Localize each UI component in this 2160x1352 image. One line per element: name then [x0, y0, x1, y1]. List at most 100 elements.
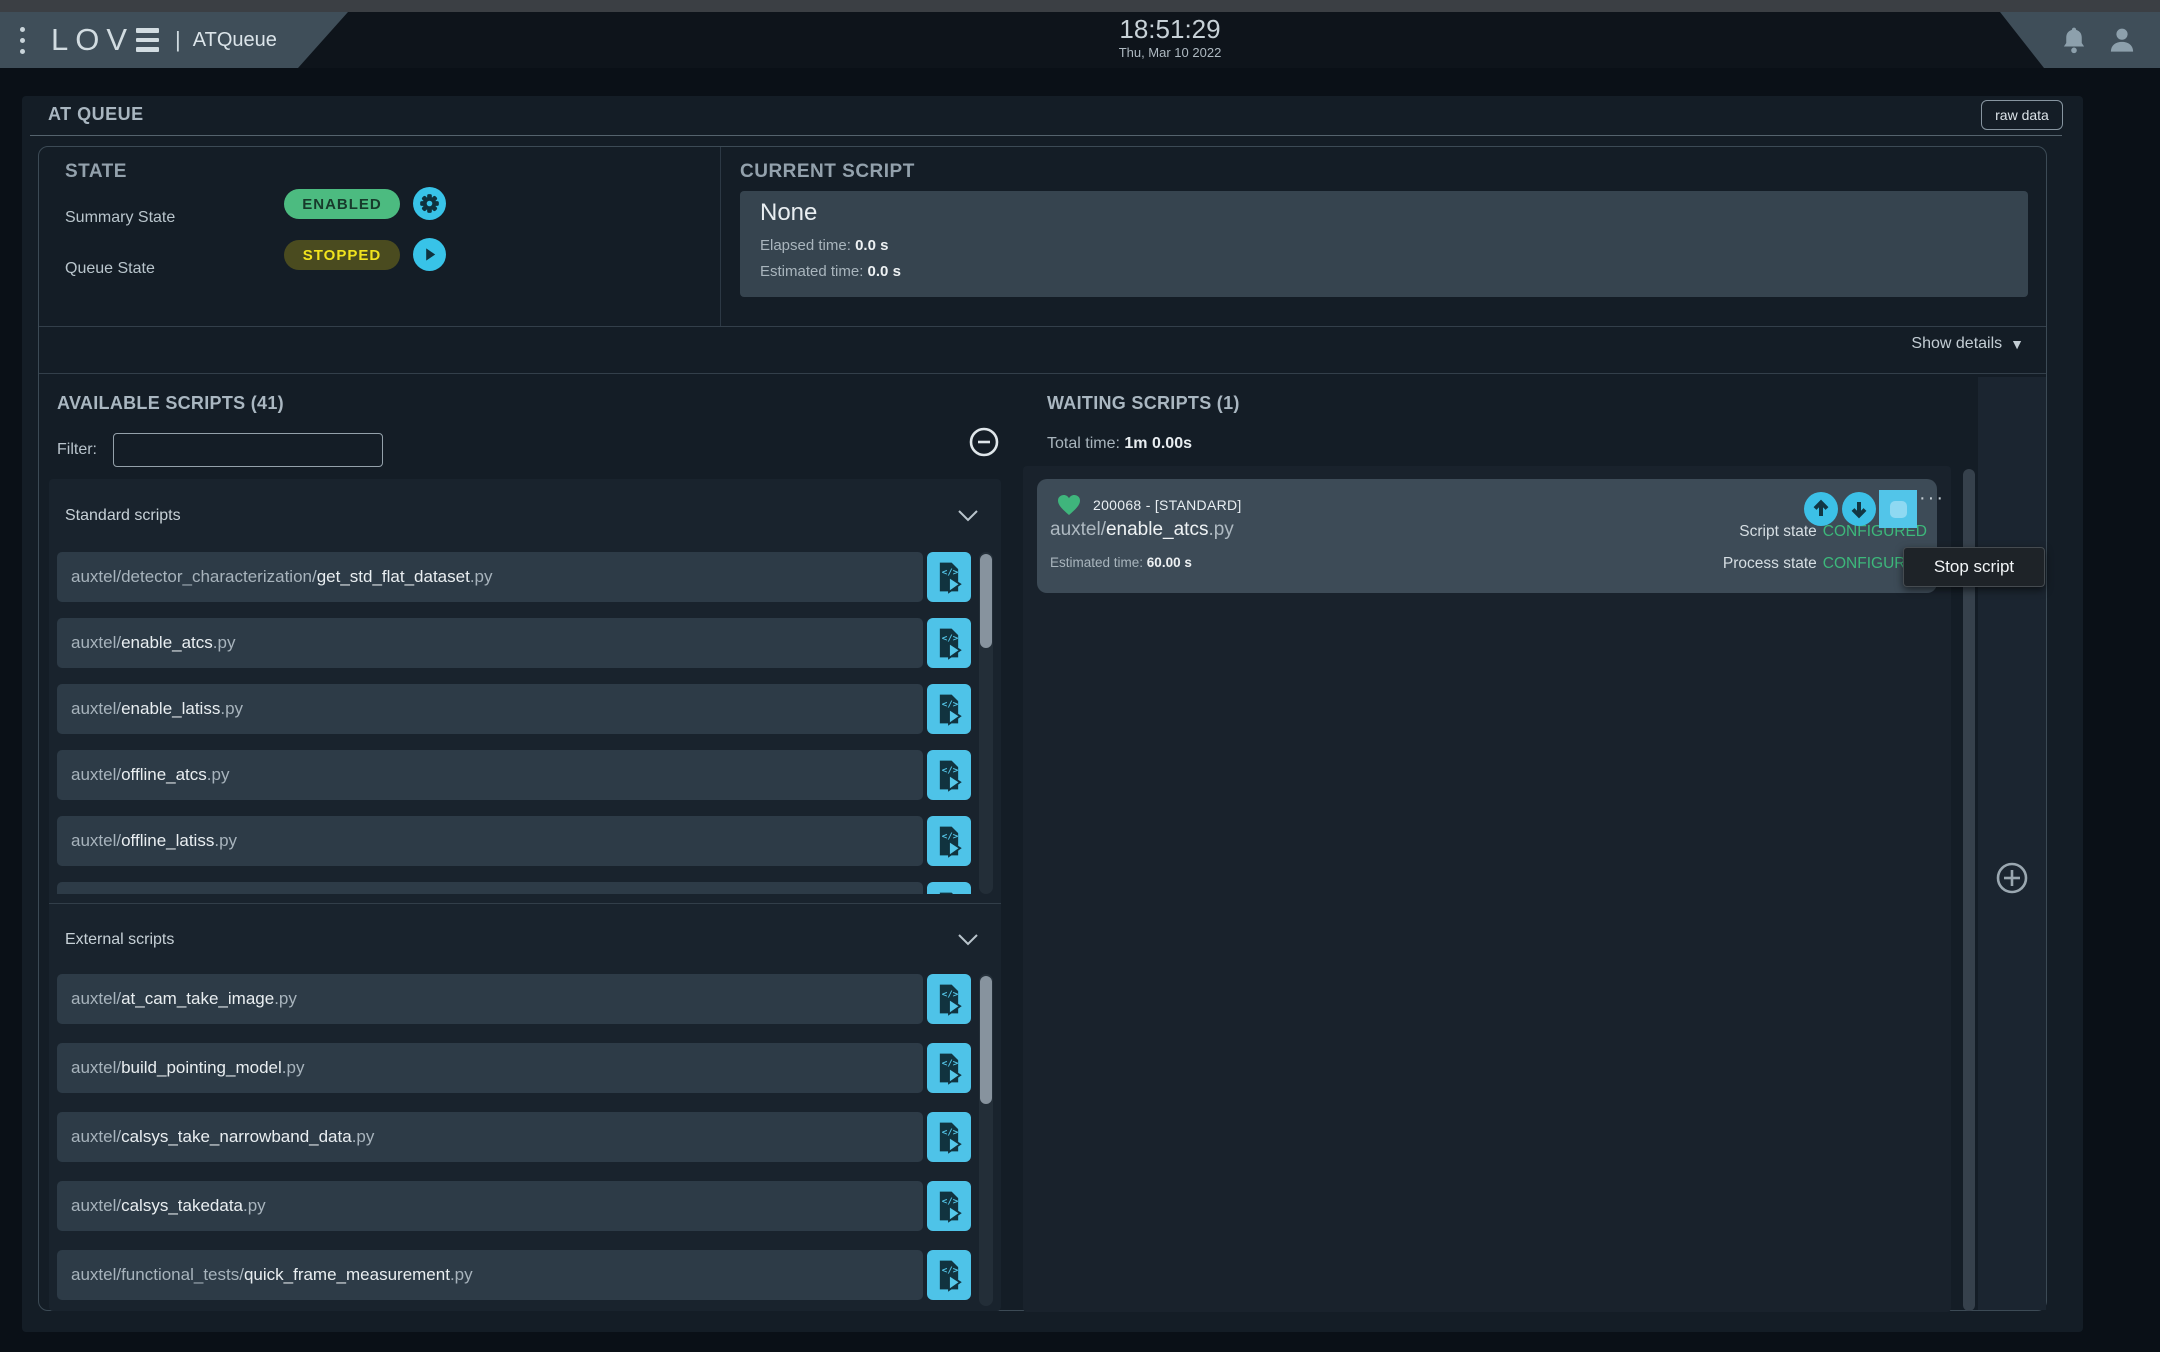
plus-circle-icon [1996, 862, 2028, 894]
waiting-scripts-panel: 200068 - [STANDARD] auxtel/enable_atcs.p… [1023, 466, 2045, 1312]
process-state: Process state CONFIGURED [1722, 555, 1927, 572]
add-button[interactable] [1995, 861, 2029, 895]
launch-script-button[interactable]: </> [927, 618, 971, 668]
arrow-up-icon [1813, 499, 1829, 516]
state-heading: STATE [65, 161, 127, 182]
move-script-down-button[interactable] [1842, 492, 1876, 526]
script-estimated-time: Estimated time: 60.00 s [1050, 555, 1192, 570]
launch-script-button[interactable]: </> [927, 684, 971, 734]
standard-scripts-chevron-icon[interactable] [957, 509, 979, 523]
script-row: auxtel/detector_characterization/get_std… [57, 552, 993, 602]
app-title: ATQueue [192, 28, 277, 51]
script-row: auxtel/functional_tests/quick_frame_meas… [57, 1250, 993, 1300]
svg-text:</>: </> [942, 568, 959, 578]
gear-icon [420, 194, 439, 213]
logo-e-icon [136, 28, 160, 52]
script-row: auxtel/at_cam_take_image .py </> [57, 974, 993, 1024]
raw-data-button[interactable]: raw data [1981, 100, 2063, 130]
move-script-up-button[interactable] [1804, 492, 1838, 526]
standard-scripts-list: auxtel/detector_characterization/get_std… [57, 552, 993, 894]
elapsed-time: Elapsed time: 0.0 s [760, 237, 889, 254]
notifications-bell-icon[interactable] [2060, 26, 2088, 54]
waiting-scripts-heading: WAITING SCRIPTS (1) [1047, 393, 1240, 413]
script-row: auxtel/calsys_takedata .py </> [57, 1181, 993, 1231]
script-path: auxtel/detector_characterization/get_std… [57, 552, 923, 602]
summary-state-config-button[interactable] [413, 187, 446, 220]
svg-text:</>: </> [942, 1266, 959, 1276]
window-top-strip [0, 0, 2160, 12]
navbar-right-panel [2000, 12, 2160, 68]
waiting-scripts-scrollbar[interactable] [1963, 469, 1975, 1311]
script-row: auxtel/calsys_take_narrowband_data .py </… [57, 1112, 993, 1162]
stop-script-button[interactable] [1879, 490, 1917, 528]
svg-text:</>: </> [942, 766, 959, 776]
external-scripts-scrollbar[interactable] [979, 974, 993, 1306]
group-divider [49, 903, 1001, 904]
launch-script-button[interactable]: </> [927, 1250, 971, 1300]
more-options-icon[interactable]: ··· [1919, 487, 1945, 510]
arrow-down-icon [1851, 502, 1867, 519]
launch-script-button[interactable]: </> [927, 552, 971, 602]
menu-kebab-icon[interactable] [20, 26, 25, 54]
play-icon [426, 248, 436, 261]
script-row: auxtel/enable_latiss .py </> [57, 684, 993, 734]
external-scripts-list: auxtel/at_cam_take_image .py </> auxtel/… [57, 974, 993, 1306]
svg-text:</>: </> [942, 990, 959, 1000]
script-id: 200068 - [STANDARD] [1093, 497, 1242, 513]
available-scripts-heading: AVAILABLE SCRIPTS (41) [57, 393, 284, 413]
clock: 18:51:29 Thu, Mar 10 2022 [1020, 12, 1320, 68]
script-path: auxtel/functional_tests/quick_frame_meas… [57, 1250, 923, 1300]
script-path: auxtel/enable_atcs.py [57, 618, 923, 668]
logo-text: LOV [51, 22, 135, 57]
stop-icon [1889, 500, 1907, 518]
script-row: auxtel/enable_atcs .py </> [57, 618, 993, 668]
queue-state-badge: STOPPED [284, 240, 400, 270]
svg-text:</>: </> [942, 832, 959, 842]
launch-script-button[interactable]: </> [927, 1043, 971, 1093]
details-divider-top [39, 326, 2046, 327]
details-divider-bottom [39, 373, 2046, 374]
script-launch-icon: </> [939, 1053, 962, 1085]
atqueue-screen: LOV | ATQueue 18:51:29 Thu, Mar 10 2022 … [0, 0, 2160, 1352]
clock-date: Thu, Mar 10 2022 [1118, 45, 1222, 60]
summary-state-label: Summary State [65, 209, 176, 226]
collapse-column-button[interactable] [968, 426, 1000, 458]
heart-icon [1057, 494, 1081, 516]
standard-scripts-label: Standard scripts [65, 507, 181, 524]
clock-time: 18:51:29 [1119, 14, 1221, 44]
love-logo: LOV | ATQueue [51, 22, 277, 58]
launch-script-button[interactable]: </> [927, 974, 971, 1024]
svg-text:</>: </> [942, 634, 959, 644]
add-queue-column [1978, 377, 2046, 1310]
launch-script-button[interactable]: </> [927, 1112, 971, 1162]
current-script-heading: CURRENT SCRIPT [740, 161, 915, 182]
script-path: auxtel/offline_latiss .py [57, 816, 923, 866]
script-path: auxtel/at_cam_take_image .py [57, 974, 923, 1024]
script-path [57, 882, 923, 894]
stop-script-tooltip: Stop script [1903, 547, 2045, 587]
queue-state-label: Queue State [65, 260, 155, 277]
top-navbar: LOV | ATQueue 18:51:29 Thu, Mar 10 2022 [0, 12, 2160, 68]
script-row: </> [57, 882, 993, 894]
script-launch-icon: </> [939, 628, 962, 660]
script-launch-icon: </> [939, 760, 962, 792]
external-scripts-chevron-icon[interactable] [957, 933, 979, 947]
filter-input[interactable] [113, 433, 383, 467]
launch-script-button[interactable]: </> [927, 1181, 971, 1231]
queue-play-button[interactable] [413, 238, 446, 271]
navbar-left-panel: LOV | ATQueue [0, 12, 348, 68]
launch-script-button[interactable]: </> [927, 816, 971, 866]
waiting-total-time: Total time: 1m 0.00s [1047, 435, 1192, 452]
waiting-script-card: 200068 - [STANDARD] auxtel/enable_atcs.p… [1037, 479, 1943, 593]
content-container: STATE Summary State ENABLED Queue State … [38, 146, 2047, 1312]
launch-script-button[interactable]: </> [927, 882, 971, 894]
user-account-icon[interactable] [2108, 26, 2136, 54]
launch-script-button[interactable]: </> [927, 750, 971, 800]
standard-scripts-scrollbar[interactable] [979, 552, 993, 894]
page-title: AT QUEUE [48, 104, 144, 124]
script-launch-icon: </> [939, 562, 962, 594]
show-details-toggle[interactable]: Show details ▼ [1911, 335, 2024, 353]
script-launch-icon: </> [939, 694, 962, 726]
svg-text:</>: </> [942, 1059, 959, 1069]
svg-text:</>: </> [942, 700, 959, 710]
